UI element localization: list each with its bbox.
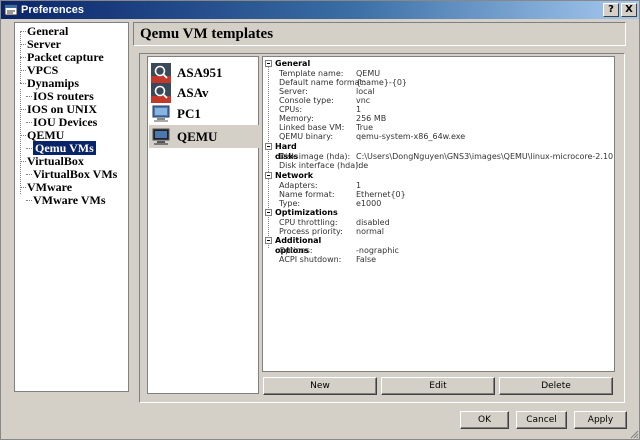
- tree-guide-line: [268, 65, 269, 248]
- collapse-icon[interactable]: [265, 143, 272, 150]
- collapse-icon[interactable]: [265, 172, 272, 179]
- sidebar-item-vmware-vms[interactable]: VMware VMs: [15, 194, 128, 207]
- collapse-icon[interactable]: [265, 60, 272, 67]
- title-bar[interactable]: Preferences ? X: [1, 1, 639, 19]
- cancel-button[interactable]: Cancel: [516, 411, 567, 429]
- list-item-asav[interactable]: ASAv: [149, 81, 259, 104]
- list-item-pc1[interactable]: PC1: [149, 102, 259, 125]
- collapse-icon[interactable]: [265, 237, 272, 244]
- vm-name: PC1: [177, 106, 201, 121]
- window-title: Preferences: [21, 4, 84, 16]
- asa-firewall-icon: [151, 83, 171, 103]
- vm-name: ASAv: [177, 85, 209, 100]
- preferences-icon: [4, 4, 18, 16]
- delete-button[interactable]: Delete: [499, 377, 613, 395]
- page-title: Qemu VM templates: [133, 22, 626, 46]
- resize-grip-icon[interactable]: [629, 429, 639, 439]
- ok-button[interactable]: OK: [460, 411, 509, 429]
- qemu-vm-icon: [152, 128, 170, 145]
- computer-icon: [152, 105, 170, 122]
- edit-button[interactable]: Edit: [381, 377, 495, 395]
- vm-template-list[interactable]: ASA951 ASAv PC1 QEMU: [147, 56, 259, 394]
- preferences-sidebar: General Server Packet capture VPCS Dynam…: [14, 22, 129, 392]
- list-item-qemu[interactable]: QEMU: [149, 125, 259, 148]
- asa-firewall-icon: [151, 63, 171, 83]
- preferences-window: Preferences ? X General Server Packet ca…: [0, 0, 640, 440]
- help-button[interactable]: ?: [603, 3, 619, 17]
- collapse-icon[interactable]: [265, 209, 272, 216]
- vm-details-tree[interactable]: General Template name: QEMU Default name …: [262, 56, 615, 372]
- new-button[interactable]: New: [263, 377, 377, 395]
- apply-button[interactable]: Apply: [574, 411, 627, 429]
- close-button[interactable]: X: [621, 3, 637, 17]
- vm-name: QEMU: [177, 129, 218, 144]
